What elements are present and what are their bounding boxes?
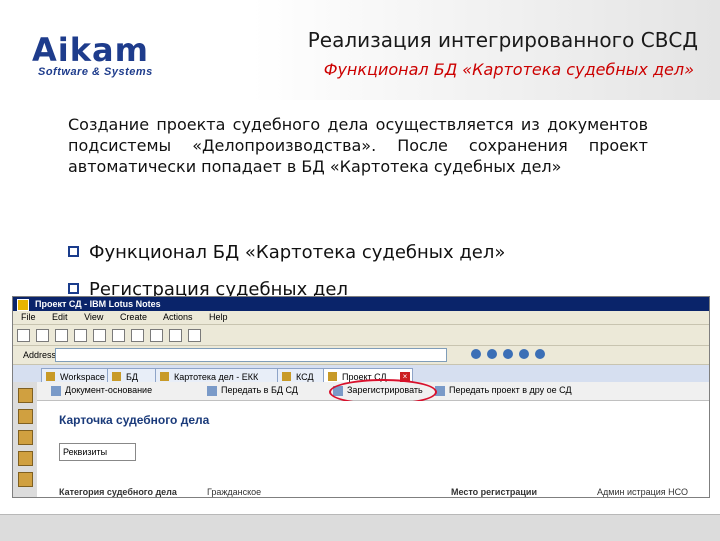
- menu-view[interactable]: View: [84, 312, 103, 322]
- lotus-notes-icon: [17, 299, 29, 311]
- menu-edit[interactable]: Edit: [52, 312, 68, 322]
- search-icon[interactable]: [535, 349, 545, 359]
- back-icon[interactable]: [471, 349, 481, 359]
- case-category-value[interactable]: Гражданское: [207, 487, 261, 497]
- navigation-icons: [471, 349, 551, 361]
- case-card-form: Карточка судебного дела Реквизиты Катего…: [37, 401, 709, 497]
- bookmark-mail-icon[interactable]: [17, 409, 33, 424]
- form-title: Карточка судебного дела: [59, 413, 210, 427]
- print-icon[interactable]: [55, 329, 68, 342]
- action-label: Передать проект в дру ое СД: [449, 385, 572, 395]
- save-icon[interactable]: [36, 329, 49, 342]
- address-label: Address: [23, 350, 57, 360]
- tab-label: БД: [126, 372, 139, 382]
- logo-wordmark: Aikam: [32, 31, 149, 69]
- bookmark-contacts-icon[interactable]: [17, 451, 33, 466]
- embedded-lotus-notes-screenshot: Проект СД - IBM Lotus Notes File Edit Vi…: [12, 296, 710, 498]
- slide-paragraph: Создание проекта судебного дела осуществ…: [68, 115, 648, 176]
- send-icon: [207, 386, 217, 396]
- forward-icon[interactable]: [487, 349, 497, 359]
- bullet-text: Функционал БД «Картотека судебных дел»: [89, 242, 506, 263]
- window-title: Проект СД - IBM Lotus Notes: [35, 299, 161, 309]
- address-input[interactable]: [55, 348, 447, 362]
- refresh-icon[interactable]: [519, 349, 529, 359]
- bookmark-bar: [13, 382, 38, 497]
- bookmark-home-icon[interactable]: [17, 388, 33, 403]
- slide-header: Aikam Software & Systems Реализация инте…: [0, 0, 720, 100]
- menu-create[interactable]: Create: [120, 312, 147, 322]
- cut-icon[interactable]: [74, 329, 87, 342]
- paste-icon[interactable]: [112, 329, 125, 342]
- menu-help[interactable]: Help: [209, 312, 228, 322]
- main-toolbar: [13, 325, 709, 346]
- bold-icon[interactable]: [131, 329, 144, 342]
- stop-icon[interactable]: [503, 349, 513, 359]
- list-icon[interactable]: [188, 329, 201, 342]
- italic-icon[interactable]: [150, 329, 163, 342]
- copy-icon[interactable]: [93, 329, 106, 342]
- tab-label: Картотека дел - ЕКК: [174, 372, 259, 382]
- case-category-label: Категория судебного дела: [59, 487, 177, 497]
- window-titlebar: Проект СД - IBM Lotus Notes: [13, 297, 709, 311]
- company-logo: Aikam Software & Systems: [32, 34, 153, 78]
- database-icon: [282, 372, 291, 381]
- align-icon[interactable]: [169, 329, 182, 342]
- tab-label: Workspace: [60, 372, 105, 382]
- registration-place-value[interactable]: Админ истрация НСО: [597, 487, 688, 497]
- action-transfer-project[interactable]: Передать проект в дру ое СД: [435, 385, 572, 396]
- database-icon: [160, 372, 169, 381]
- logo-tagline: Software & Systems: [38, 66, 153, 78]
- slide-subtitle: Функционал БД «Картотека судебных дел»: [323, 60, 694, 79]
- slide-footer-band: [0, 514, 720, 541]
- bullet-item: Функционал БД «Картотека судебных дел»: [68, 242, 505, 263]
- action-bar: Документ-основание Передать в БД СД Заре…: [37, 379, 709, 405]
- bookmark-todo-icon[interactable]: [17, 472, 33, 487]
- form-row: Категория судебного дела Гражданское Мес…: [59, 487, 709, 497]
- database-icon: [112, 372, 121, 381]
- requisites-field[interactable]: Реквизиты: [59, 443, 136, 461]
- action-label: Передать в БД СД: [221, 385, 298, 395]
- open-icon[interactable]: [17, 329, 30, 342]
- action-base-document[interactable]: Документ-основание: [51, 385, 153, 396]
- action-send-to-db[interactable]: Передать в БД СД: [207, 385, 298, 396]
- action-label: Документ-основание: [65, 385, 153, 395]
- checkbox-bullet-icon: [68, 246, 79, 257]
- checkbox-bullet-icon: [68, 283, 79, 294]
- workspace-icon: [46, 372, 55, 381]
- menu-actions[interactable]: Actions: [163, 312, 193, 322]
- registration-place-label: Место регистрации: [451, 487, 537, 497]
- document-icon: [328, 372, 337, 381]
- bookmark-calendar-icon[interactable]: [17, 430, 33, 445]
- document-icon: [51, 386, 61, 396]
- menu-file[interactable]: File: [21, 312, 36, 322]
- tab-label: КСД: [296, 372, 314, 382]
- slide-title: Реализация интегрированного СВСД: [307, 28, 698, 52]
- menu-bar: File Edit View Create Actions Help: [13, 311, 709, 325]
- address-bar: Address: [13, 346, 709, 365]
